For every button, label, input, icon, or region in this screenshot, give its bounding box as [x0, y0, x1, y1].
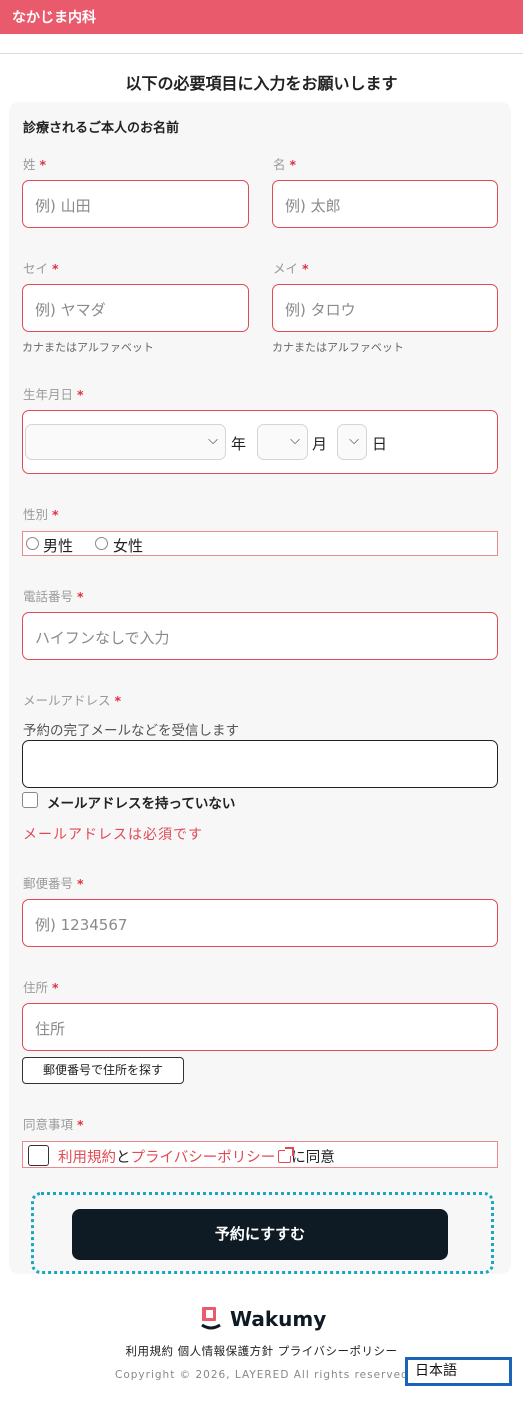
brand-name: Wakumy: [230, 1307, 327, 1331]
app-header: なかじま内科: [0, 0, 523, 34]
privacy-link[interactable]: プライバシーポリシー: [131, 1150, 276, 1166]
wakumy-logo: Wakumy: [200, 1303, 330, 1335]
consent-group: 利用規約とプライバシーポリシー に同意: [22, 1141, 498, 1168]
birth-year-select[interactable]: ⌵: [25, 424, 226, 460]
divider: [0, 53, 523, 54]
last-name-kana-label: セイ *: [23, 261, 59, 276]
first-name-input[interactable]: 例) 太郎: [272, 180, 498, 228]
gender-group: 男性 女性: [22, 531, 498, 556]
chevron-down-icon: ⌵: [349, 433, 359, 448]
form-card: [9, 102, 511, 1274]
birthdate-label: 生年月日 *: [23, 387, 84, 402]
month-unit: 月: [312, 435, 328, 453]
address-label: 住所 *: [23, 980, 59, 995]
gender-female-radio[interactable]: [95, 537, 108, 550]
section-title: 診療されるご本人のお名前: [23, 121, 180, 136]
last-name-label: 姓 *: [23, 157, 47, 172]
gender-male-label[interactable]: 男性: [43, 535, 73, 556]
no-email-checkbox[interactable]: [22, 792, 38, 808]
email-description: 予約の完了メールなどを受信します: [23, 723, 239, 739]
day-unit: 日: [372, 435, 388, 453]
phone-input[interactable]: ハイフンなしで入力: [22, 612, 498, 660]
no-email-label[interactable]: メールアドレスを持っていない: [47, 792, 235, 812]
phone-label: 電話番号 *: [23, 589, 84, 604]
clinic-name: なかじま内科: [12, 10, 96, 26]
copyright: Copyright © 2026, LAYERED All rights res…: [115, 1369, 414, 1381]
first-name-label: 名 *: [273, 157, 297, 172]
birth-day-select[interactable]: ⌵: [337, 424, 367, 460]
gender-label: 性別 *: [23, 507, 59, 522]
chevron-down-icon: ⌵: [208, 433, 218, 448]
gender-female-label[interactable]: 女性: [113, 535, 143, 556]
last-name-input[interactable]: 例) 山田: [22, 180, 249, 228]
consent-label: 同意事項 *: [23, 1117, 84, 1132]
address-lookup-button[interactable]: 郵便番号で住所を探す: [22, 1057, 184, 1084]
page-heading: 以下の必要項目に入力をお願いします: [125, 74, 398, 93]
wakumy-logo-icon: [201, 1307, 221, 1330]
email-input[interactable]: [22, 740, 498, 788]
language-select[interactable]: 日本語: [405, 1357, 512, 1386]
submit-button[interactable]: 予約にすすむ: [72, 1209, 448, 1260]
year-unit: 年: [231, 435, 247, 453]
first-name-kana-input[interactable]: 例) タロウ: [272, 284, 498, 332]
birth-month-select[interactable]: ⌵: [257, 424, 308, 460]
consent-text: 利用規約とプライバシーポリシー に同意: [58, 1147, 335, 1166]
gender-male-radio[interactable]: [26, 537, 39, 550]
postal-code-input[interactable]: 例) 1234567: [22, 899, 498, 947]
consent-checkbox[interactable]: [28, 1145, 49, 1166]
kana-hint: カナまたはアルファベット: [22, 341, 154, 354]
last-name-kana-input[interactable]: 例) ヤマダ: [22, 284, 249, 332]
external-link-icon: [278, 1147, 295, 1163]
chevron-down-icon: ⌵: [290, 433, 300, 448]
address-input[interactable]: 住所: [22, 1003, 498, 1051]
email-error: メールアドレスは必須です: [23, 827, 203, 843]
first-name-kana-label: メイ *: [273, 261, 309, 276]
terms-link[interactable]: 利用規約: [58, 1150, 116, 1166]
postal-code-label: 郵便番号 *: [23, 876, 84, 891]
kana-hint: カナまたはアルファベット: [272, 341, 404, 354]
email-label: メールアドレス *: [23, 693, 122, 708]
birthdate-group: ⌵ 年 ⌵ 月 ⌵ 日: [22, 410, 498, 474]
